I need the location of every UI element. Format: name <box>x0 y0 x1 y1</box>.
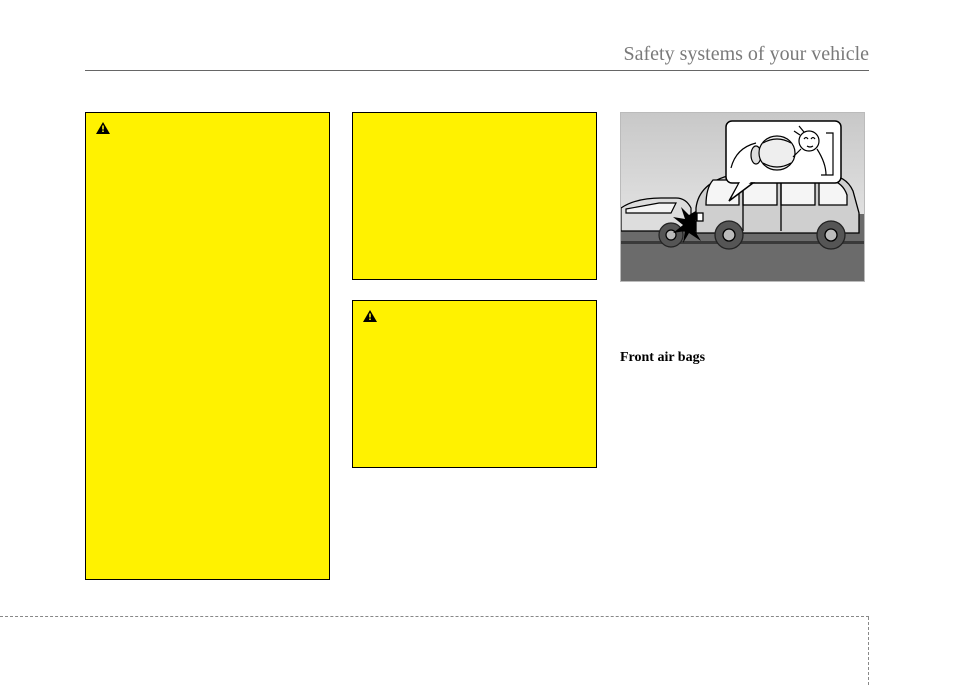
warning-triangle-icon <box>363 309 377 327</box>
caution-box <box>352 112 597 280</box>
warning-box-large <box>85 112 330 580</box>
page-side-rule <box>868 617 869 685</box>
section-heading: Front air bags <box>620 350 705 366</box>
header-rule <box>85 70 869 71</box>
page: Safety systems of your vehicle <box>0 0 954 685</box>
page-title: Safety systems of your vehicle <box>624 43 870 66</box>
collision-airbag-svg <box>621 113 865 282</box>
warning-box-small <box>352 300 597 468</box>
page-bottom-rule <box>0 616 869 617</box>
warning-triangle-icon <box>96 121 110 139</box>
airbag-illustration <box>620 112 865 282</box>
